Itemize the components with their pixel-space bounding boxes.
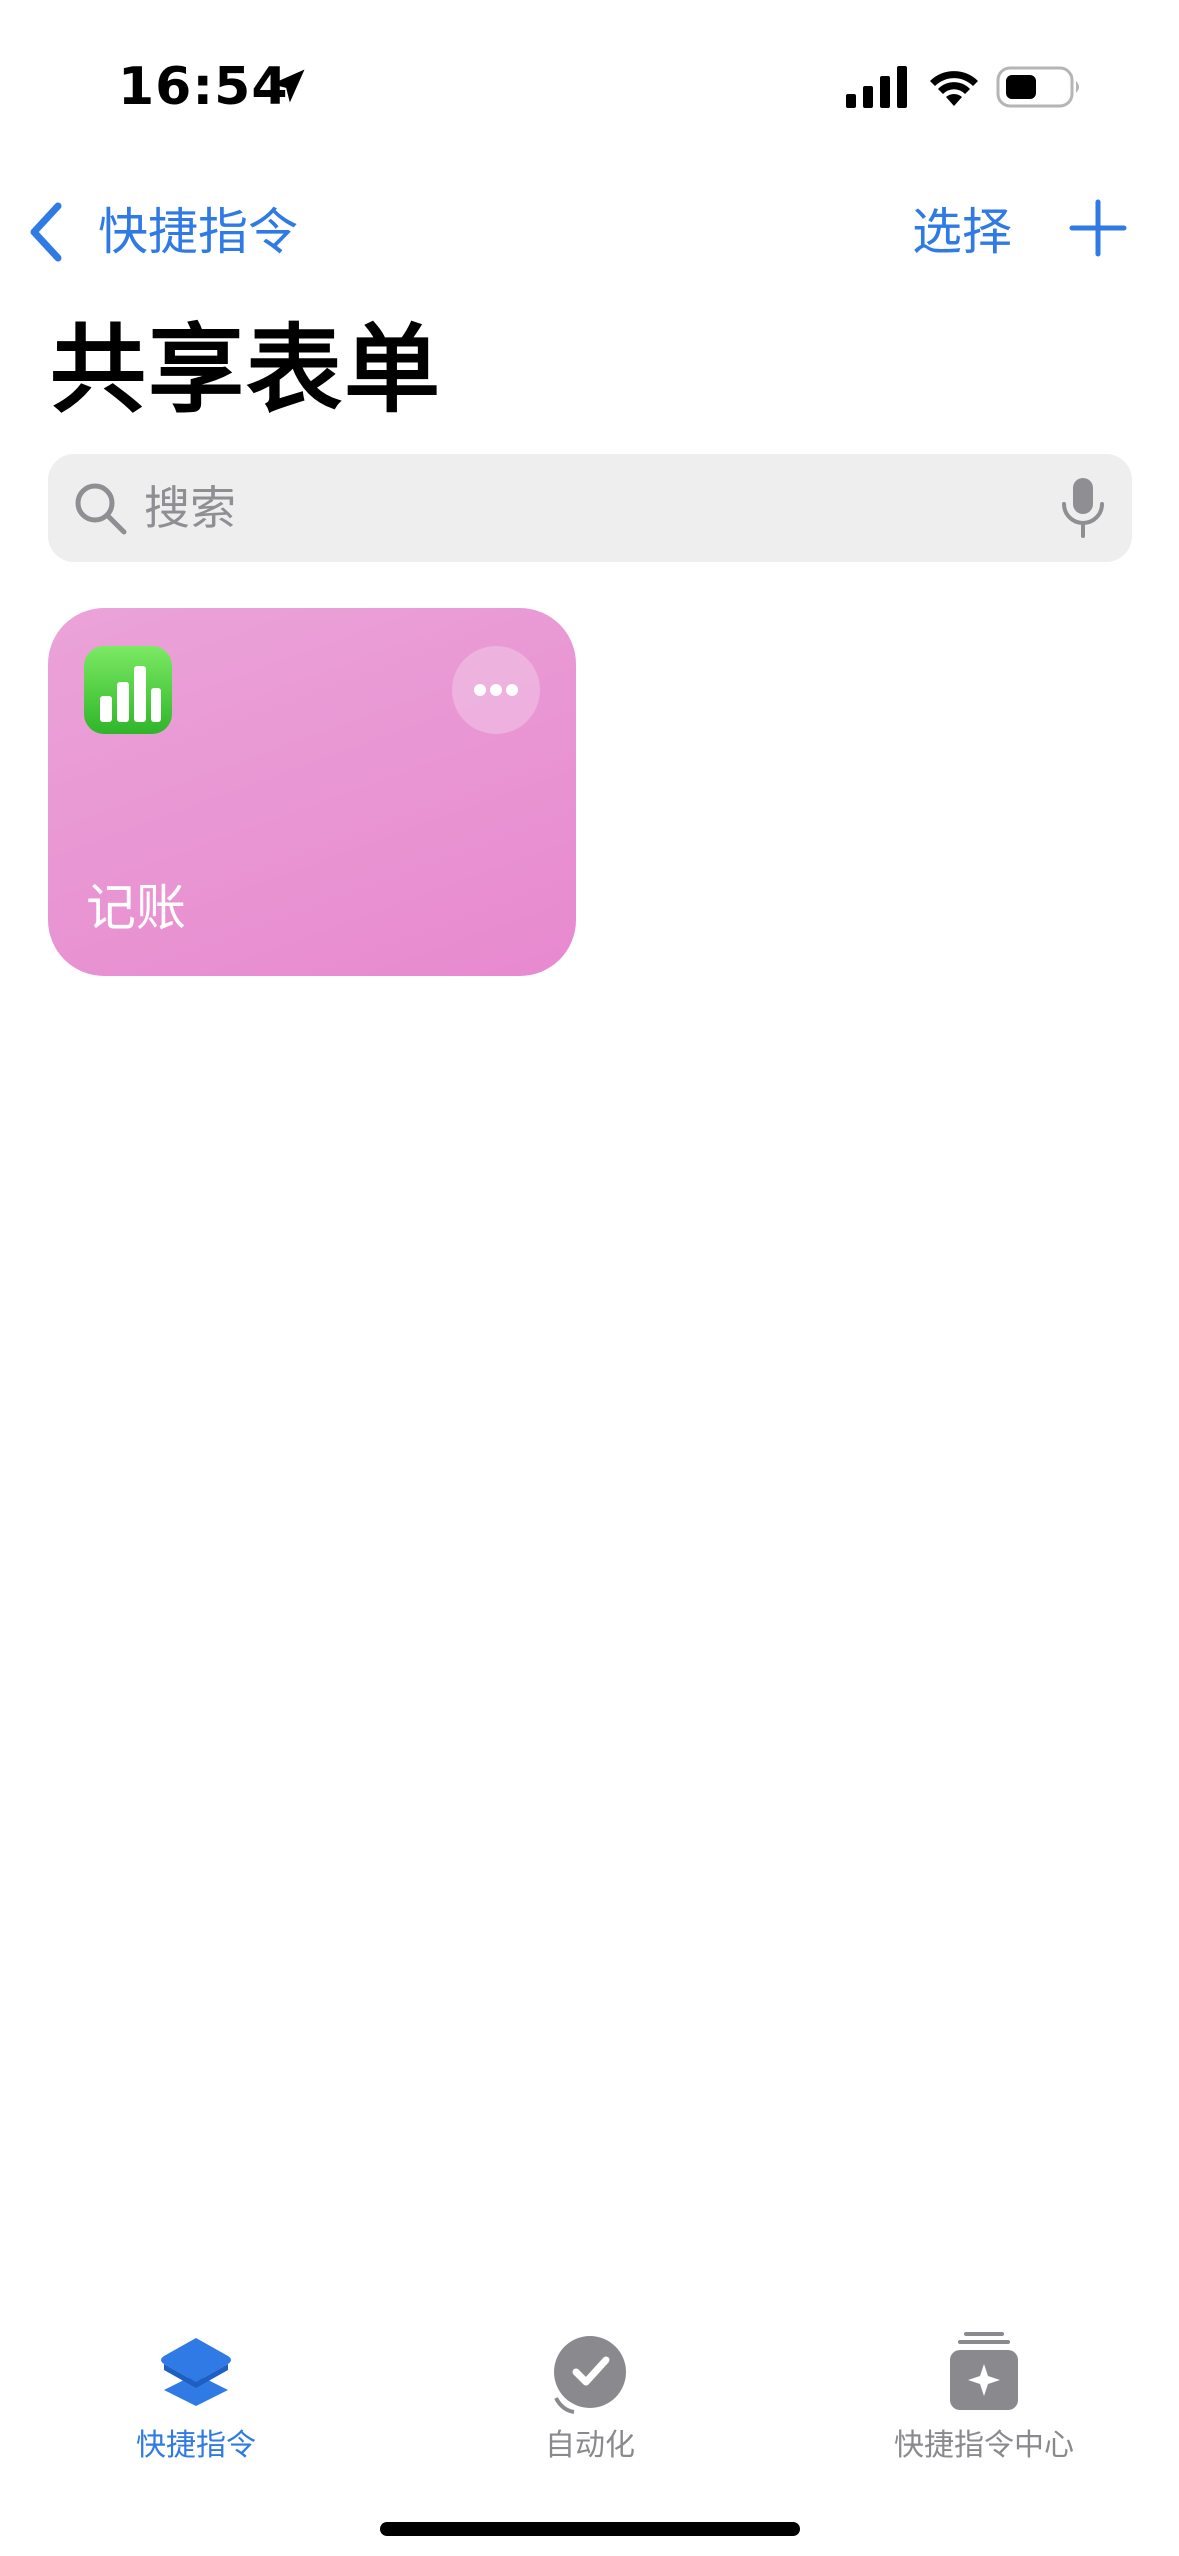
tab-label: 快捷指令 — [136, 2428, 256, 2463]
page-title: 共享表单 — [50, 314, 442, 426]
shortcut-title: 记账 — [86, 879, 186, 937]
chevron-left-icon — [30, 202, 62, 262]
plus-icon[interactable] — [1068, 198, 1128, 258]
search-input[interactable] — [144, 454, 1044, 562]
shortcuts-layers-icon — [161, 2338, 231, 2406]
back-button[interactable]: 快捷指令 — [26, 196, 298, 268]
back-button-label: 快捷指令 — [98, 203, 298, 261]
tab-label: 快捷指令中心 — [894, 2428, 1074, 2463]
numbers-chart-icon — [84, 646, 172, 734]
location-arrow-icon — [271, 69, 305, 103]
search-icon — [75, 483, 127, 535]
status-time: 16:54 — [118, 57, 289, 117]
bar-chart-icon — [100, 666, 161, 722]
select-button[interactable]: 选择 — [912, 196, 1012, 268]
tab-bar: 快捷指令 自动化 快捷指令中心 — [0, 2300, 1179, 2500]
tab-shortcuts[interactable]: 快捷指令 — [46, 2330, 346, 2480]
battery-icon — [996, 66, 1079, 108]
tab-automation[interactable]: 自动化 — [440, 2330, 740, 2480]
microphone-icon[interactable] — [1058, 476, 1108, 540]
more-options-button[interactable] — [452, 646, 540, 734]
status-bar: 16:54 — [0, 0, 1179, 160]
cellular-signal-icon — [846, 66, 907, 108]
automation-check-icon — [554, 2336, 626, 2414]
shortcut-tile[interactable]: 记账 — [48, 608, 576, 976]
wifi-icon — [930, 71, 978, 106]
search-bar[interactable] — [48, 454, 1132, 562]
ellipsis-icon — [474, 684, 518, 696]
gallery-sparkle-icon — [950, 2332, 1018, 2410]
home-indicator — [380, 2522, 800, 2536]
tab-label: 自动化 — [545, 2428, 635, 2463]
tab-gallery[interactable]: 快捷指令中心 — [834, 2330, 1134, 2480]
